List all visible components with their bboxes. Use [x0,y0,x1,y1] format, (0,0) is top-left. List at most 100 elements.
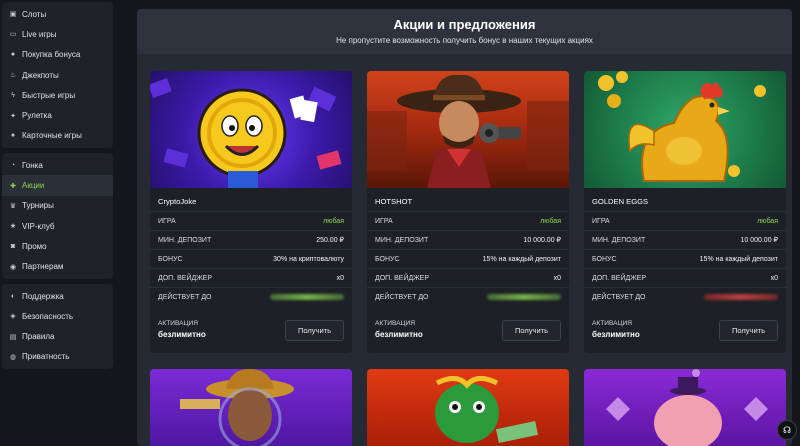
promo-image-golden-eggs[interactable] [584,71,786,188]
sidebar-item-label: Гонка [22,160,43,170]
row-game: ИГРА любая [367,211,569,230]
astronaut-cowboy-illustration [180,369,294,446]
row-wager: ДОП. ВЕЙДЖЕР x0 [367,268,569,287]
cards-icon: ♠ [11,132,15,140]
promotions-panel: Акции и предложения Не пропустите возмож… [137,9,792,446]
row-label: БОНУС [158,255,183,263]
sidebar: ▣ Слоты ▭ Live игры ● Покупка бонуса ♨ Джекп… [0,0,113,446]
row-valid-until: ДЕЙСТВУЕТ ДО [367,287,569,306]
row-value: 15% на каждый депозит [482,255,561,263]
sidebar-item-rules[interactable]: ▤ Правила [2,326,113,346]
sidebar-item-label: Карточные игры [22,131,82,141]
sidebar-group-promo: ◔ Гонка ✚ Акции ♛ Турниры ★ VIP-клуб ◙ Промо … [2,153,113,279]
sidebar-item-support[interactable]: ◐ Поддержка [2,286,113,306]
row-label: ДОП. ВЕЙДЖЕР [592,274,647,282]
row-value: x0 [336,274,344,282]
sidebar-item-live[interactable]: ▭ Live игры [2,24,113,44]
sidebar-item-promotions[interactable]: ✚ Акции [2,175,113,196]
sidebar-item-label: Безопасность [22,311,74,321]
sidebar-item-label: Покупка бонуса [22,50,81,60]
sidebar-item-roulette[interactable]: ✦ Рулетка [2,105,113,125]
page-title: Акции и предложения [393,17,536,32]
row-game: ИГРА любая [584,211,786,230]
coin-mascot-illustration [150,78,342,188]
roulette-icon: ✦ [10,112,16,120]
star-icon: ★ [9,223,17,231]
sidebar-item-label: Слоты [22,9,47,19]
sidebar-item-label: Приватность [22,352,70,362]
activation-value: безлимитно [158,330,206,339]
row-value: любая [540,217,561,225]
activation-label: АКТИВАЦИЯ [375,320,415,327]
sidebar-item-label: Джекпоты [22,70,59,80]
sidebar-item-promo[interactable]: ◙ Промо [2,236,113,256]
pig-illustration [606,369,768,446]
privacy-icon: ◍ [9,353,17,361]
promo-image-hotshot[interactable] [367,71,569,188]
row-wager: ДОП. ВЕЙДЖЕР x0 [150,268,352,287]
row-label: ИГРА [158,217,176,225]
get-bonus-button[interactable]: Получить [285,320,344,341]
row-label: ИГРА [592,217,610,225]
shield-icon: ◈ [10,313,16,321]
promo-card-hotshot: HOTSHOT ИГРА любая МИН. ДЕПОЗИТ 10 000.00 … [367,71,569,353]
row-label: ДЕЙСТВУЕТ ДО [158,293,212,301]
sidebar-item-security[interactable]: ◈ Безопасность [2,306,113,326]
sidebar-item-label: Промо [22,241,47,251]
row-value: 250.00 ₽ [316,237,344,244]
row-label: БОНУС [375,255,400,263]
activation-label: АКТИВАЦИЯ [158,320,198,327]
sidebar-item-fast-games[interactable]: ϟ Быстрые игры [2,85,113,105]
row-value: любая [323,217,344,225]
promo-card-row2-3[interactable] [584,369,786,446]
sidebar-item-race[interactable]: ◔ Гонка [2,155,113,175]
get-bonus-button[interactable]: Получить [502,320,561,341]
row-bonus: БОНУС 15% на каждый депозит [367,249,569,268]
row-bonus: БОНУС 30% на криптовалюту [150,249,352,268]
row-value: x0 [553,274,561,282]
rules-icon: ▤ [9,333,17,341]
sidebar-item-slots[interactable]: ▣ Слоты [2,4,113,24]
support-chat-button[interactable]: ☊ [777,420,797,440]
sidebar-item-privacy[interactable]: ◍ Приватность [2,347,113,367]
sidebar-item-card-games[interactable]: ♠ Карточные игры [2,126,113,146]
activation-info: АКТИВАЦИЯ безлимитно [375,320,423,339]
sidebar-item-bonus-buy[interactable]: ● Покупка бонуса [2,45,113,65]
promo-image-cryptojoke[interactable] [150,71,352,188]
row-label: ДЕЙСТВУЕТ ДО [375,293,429,301]
promo-title: GOLDEN EGGS [592,197,649,206]
row-label: ДЕЙСТВУЕТ ДО [592,293,646,301]
blurred-date [704,294,778,300]
blurred-date [487,294,561,300]
row-label: МИН. ДЕПОЗИТ [375,236,429,244]
sidebar-group-info: ◐ Поддержка ◈ Безопасность ▤ Правила ◍ Прива… [2,283,113,370]
sidebar-item-label: Турниры [22,201,54,211]
sidebar-item-tournaments[interactable]: ♛ Турниры [2,196,113,216]
get-bonus-button[interactable]: Получить [719,320,778,341]
sidebar-item-partners[interactable]: ◉ Партнерам [2,257,113,277]
support-icon: ◐ [10,292,16,300]
promo-icon: ◙ [10,242,16,250]
row-label: ДОП. ВЕЙДЖЕР [158,274,213,282]
page-header: Акции и предложения Не пропустите возмож… [137,9,792,54]
sidebar-item-label: Быстрые игры [22,90,76,100]
row-label: БОНУС [592,255,617,263]
headset-icon: ☊ [783,424,791,435]
row-game: ИГРА любая [150,211,352,230]
trophy-icon: ♛ [9,202,17,210]
sidebar-item-jackpots[interactable]: ♨ Джекпоты [2,65,113,85]
row-wager: ДОП. ВЕЙДЖЕР x0 [584,268,786,287]
promo-card-row2-2[interactable] [367,369,569,446]
row-min-deposit: МИН. ДЕПОЗИТ 10 000.00 ₽ [367,230,569,249]
sidebar-item-vip[interactable]: ★ VIP-клуб [2,216,113,236]
golden-rooster-illustration [598,71,766,182]
activation-label: АКТИВАЦИЯ [592,320,632,327]
row-label: ДОП. ВЕЙДЖЕР [375,274,430,282]
sidebar-item-label: Партнерам [22,262,64,272]
row-valid-until: ДЕЙСТВУЕТ ДО [584,287,786,306]
partner-icon: ◉ [9,263,17,271]
promo-card-row2-1[interactable] [150,369,352,446]
activation-info: АКТИВАЦИЯ безлимитно [592,320,640,339]
row-valid-until: ДЕЙСТВУЕТ ДО [150,287,352,306]
race-icon: ◔ [10,161,16,169]
